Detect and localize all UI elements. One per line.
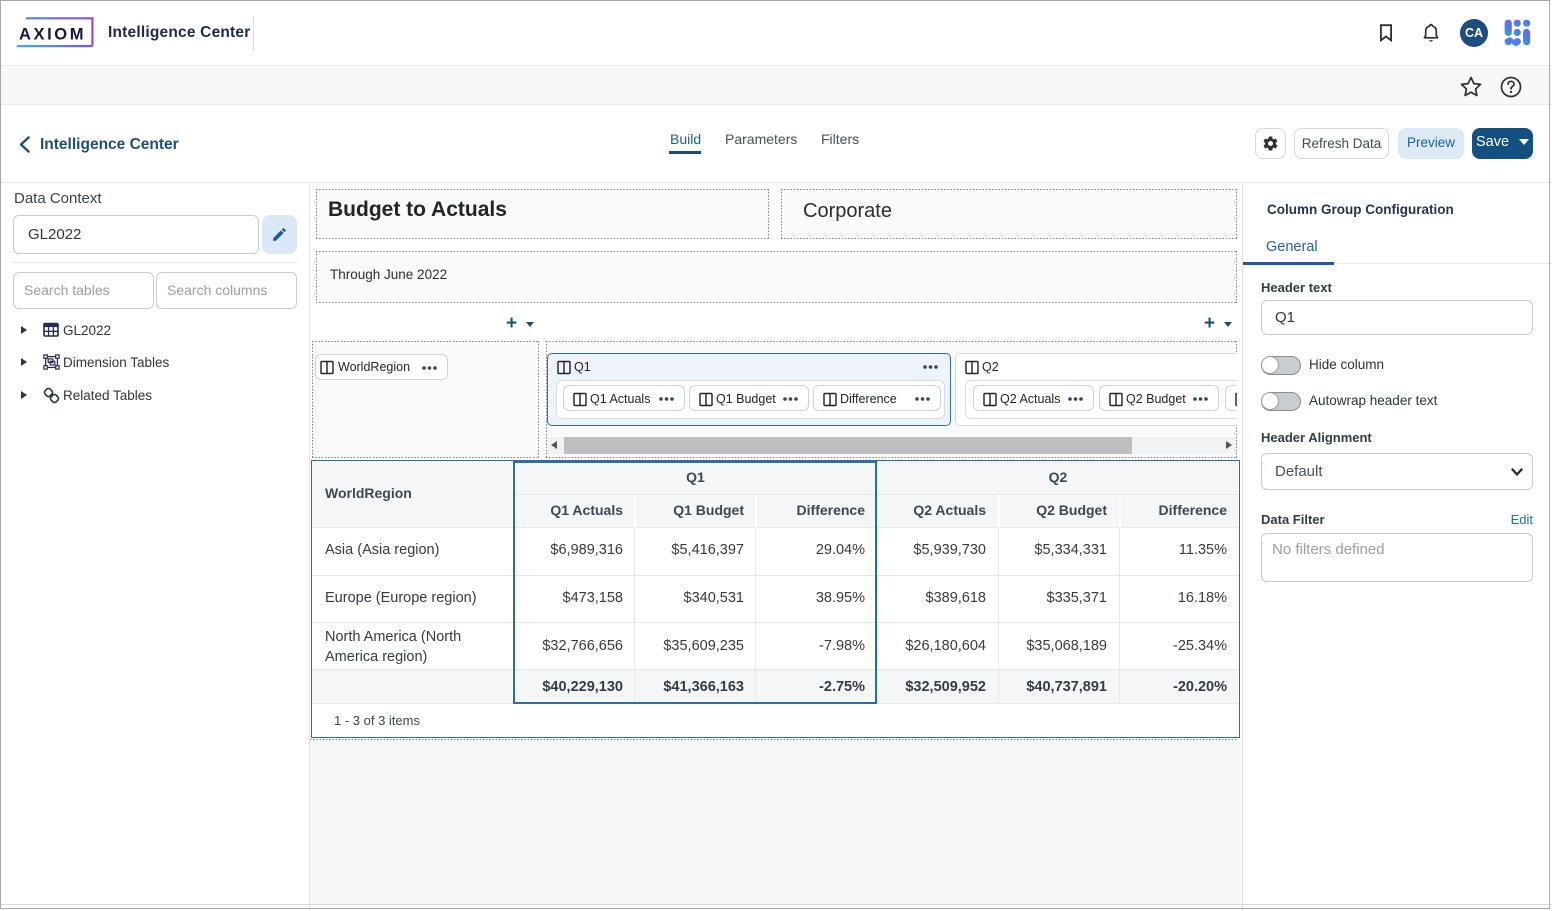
- svg-text:AXIOM: AXIOM: [19, 26, 86, 44]
